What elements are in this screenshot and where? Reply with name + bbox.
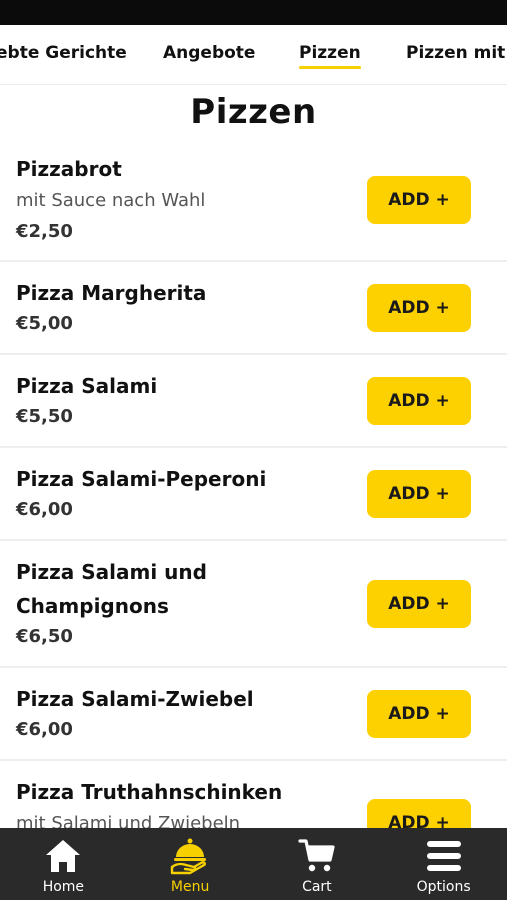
add-button[interactable]: ADD +	[367, 690, 471, 738]
nav-cart[interactable]: Cart	[254, 828, 381, 900]
nav-options-label: Options	[416, 879, 471, 895]
item-name: Pizza Salami und Champignons	[16, 560, 207, 618]
add-button[interactable]: ADD +	[367, 799, 471, 828]
options-icon	[425, 836, 463, 876]
nav-home[interactable]: Home	[0, 828, 127, 900]
menu-item-list[interactable]: Pizzabrot mit Sauce nach Wahl €2,50 ADD …	[0, 148, 507, 828]
item-name: Pizza Truthahnschinken	[16, 780, 283, 804]
item-price: €6,50	[16, 626, 73, 647]
item-name: Pizza Margherita	[16, 281, 207, 305]
item-price: €5,00	[16, 313, 73, 334]
nav-home-label: Home	[42, 879, 85, 895]
item-name: Pizzabrot	[16, 157, 122, 181]
item-price: €6,00	[16, 499, 73, 520]
cart-icon	[298, 836, 336, 876]
menu-service-icon	[170, 836, 210, 876]
item-price: €5,50	[16, 406, 73, 427]
nav-options[interactable]: Options	[380, 828, 507, 900]
add-button[interactable]: ADD +	[367, 580, 471, 628]
item-name: Pizza Salami-Zwiebel	[16, 687, 254, 711]
nav-menu-label: Menu	[170, 879, 210, 895]
tab-beliebte-gerichte[interactable]: ebte Gerichte	[0, 43, 127, 63]
item-name: Pizza Salami-Peperoni	[16, 467, 267, 491]
status-bar	[0, 0, 507, 25]
tab-pizzen-mit[interactable]: Pizzen mit	[406, 43, 505, 63]
bottom-navigation: Home Menu Cart Options	[0, 828, 507, 900]
list-item: Pizza Salami-Peperoni €6,00 ADD +	[0, 448, 507, 541]
nav-menu[interactable]: Menu	[127, 828, 254, 900]
tab-angebote[interactable]: Angebote	[163, 43, 255, 63]
add-button[interactable]: ADD +	[367, 377, 471, 425]
item-name: Pizza Salami	[16, 374, 158, 398]
list-item: Pizza Truthahnschinken mit Salami und Zw…	[0, 761, 507, 828]
item-price: €2,50	[16, 221, 73, 242]
category-tab-bar[interactable]: ebte Gerichte Angebote Pizzen Pizzen mit	[0, 25, 507, 85]
section-title: Pizzen	[190, 92, 317, 132]
list-item: Pizza Salami €5,50 ADD +	[0, 355, 507, 448]
item-price: €6,00	[16, 719, 73, 740]
item-description: mit Sauce nach Wahl	[16, 190, 206, 211]
tab-pizzen[interactable]: Pizzen	[299, 43, 361, 69]
add-button[interactable]: ADD +	[367, 176, 471, 224]
add-button[interactable]: ADD +	[367, 470, 471, 518]
add-button[interactable]: ADD +	[367, 284, 471, 332]
list-item: Pizza Margherita €5,00 ADD +	[0, 262, 507, 355]
list-item: Pizza Salami-Zwiebel €6,00 ADD +	[0, 668, 507, 761]
list-item: Pizzabrot mit Sauce nach Wahl €2,50 ADD …	[0, 148, 507, 262]
nav-cart-label: Cart	[302, 879, 332, 895]
home-icon	[44, 836, 82, 876]
item-description: mit Salami und Zwiebeln	[16, 813, 241, 828]
list-item: Pizza Salami und Champignons €6,50 ADD +	[0, 541, 507, 668]
